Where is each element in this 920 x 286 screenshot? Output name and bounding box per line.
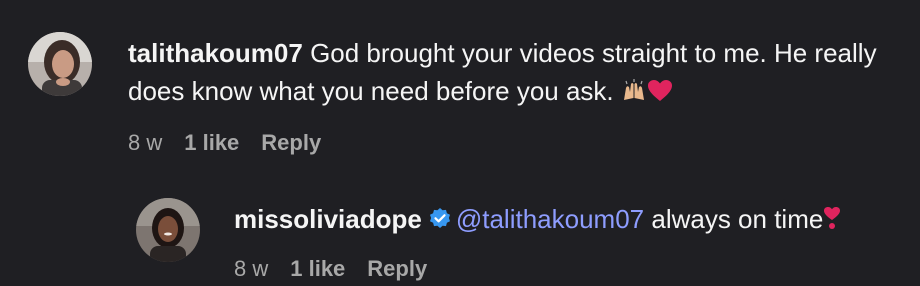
reply-button[interactable]: Reply (367, 256, 427, 282)
red-heart-icon (647, 76, 673, 114)
avatar[interactable] (28, 32, 92, 96)
likes-count[interactable]: 1 like (290, 256, 345, 282)
timestamp[interactable]: 8 w (234, 256, 268, 282)
raising-hands-icon (621, 76, 647, 114)
comment-text: talithakoum07 God brought your videos st… (128, 34, 898, 114)
comment-meta: 8 w 1 like Reply (128, 130, 898, 156)
reply-button[interactable]: Reply (261, 130, 321, 156)
comment-body: talithakoum07 God brought your videos st… (128, 32, 898, 156)
likes-count[interactable]: 1 like (184, 130, 239, 156)
mention-link[interactable]: @talithakoum07 (456, 204, 644, 234)
timestamp[interactable]: 8 w (128, 130, 162, 156)
username[interactable]: talithakoum07 (128, 38, 303, 68)
comment-message: always on time (651, 204, 824, 234)
reply-comment: missoliviadope @talithakoum07 always on … (136, 198, 906, 282)
comment: talithakoum07 God brought your videos st… (28, 32, 898, 156)
avatar[interactable] (136, 198, 200, 262)
verified-badge-icon (428, 203, 452, 228)
comment-body: missoliviadope @talithakoum07 always on … (234, 198, 906, 282)
comment-text: missoliviadope @talithakoum07 always on … (234, 200, 906, 242)
username[interactable]: missoliviadope (234, 204, 422, 234)
exclamation-heart-icon (823, 204, 841, 242)
comment-meta: 8 w 1 like Reply (234, 256, 906, 282)
